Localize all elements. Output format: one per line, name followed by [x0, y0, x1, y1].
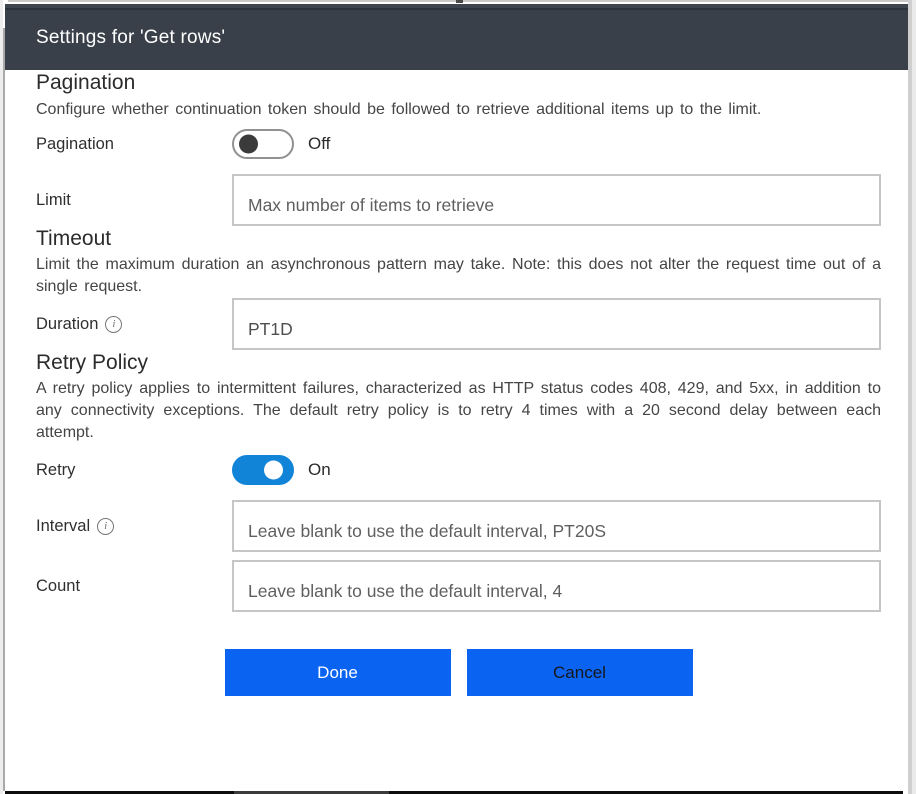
info-icon[interactable]: i	[105, 316, 122, 333]
duration-label: Duration	[36, 315, 98, 334]
pagination-toggle-label: Pagination	[36, 135, 232, 154]
retry-toggle-state: On	[308, 460, 331, 480]
backdrop-connector-tick	[456, 0, 463, 3]
count-row: Count	[36, 560, 881, 612]
dialog-title: Settings for 'Get rows'	[36, 27, 225, 49]
dialog-body: Pagination Configure whether continuatio…	[5, 70, 908, 696]
scrollbar-thumb[interactable]	[908, 0, 912, 794]
retry-policy-description: A retry policy applies to intermittent f…	[36, 378, 881, 444]
interval-row: Interval i	[36, 500, 881, 552]
count-input[interactable]	[232, 560, 881, 612]
retry-toggle[interactable]	[232, 455, 294, 485]
dialog-header: Settings for 'Get rows'	[5, 4, 908, 70]
dialog-buttons: Done Cancel	[36, 649, 881, 696]
toggle-knob	[264, 461, 283, 480]
pagination-toggle[interactable]	[232, 129, 294, 159]
interval-label: Interval	[36, 517, 90, 536]
pagination-description: Configure whether continuation token sho…	[36, 99, 881, 121]
timeout-description: Limit the maximum duration an asynchrono…	[36, 254, 881, 298]
info-icon[interactable]: i	[97, 518, 114, 535]
retry-policy-heading: Retry Policy	[36, 350, 881, 376]
retry-toggle-row: Retry On	[36, 453, 881, 487]
toggle-knob	[239, 135, 258, 154]
timeout-heading: Timeout	[36, 226, 881, 252]
retry-toggle-label: Retry	[36, 461, 232, 480]
screen: Settings for 'Get rows' Pagination Confi…	[0, 0, 916, 794]
interval-label-wrap: Interval i	[36, 517, 232, 536]
cancel-button[interactable]: Cancel	[467, 649, 693, 696]
duration-label-wrap: Duration i	[36, 315, 232, 334]
settings-dialog: Settings for 'Get rows' Pagination Confi…	[5, 4, 908, 791]
duration-input[interactable]	[232, 298, 881, 350]
count-label: Count	[36, 577, 232, 596]
pagination-toggle-row: Pagination Off	[36, 127, 881, 161]
pagination-heading: Pagination	[36, 70, 881, 96]
header-shadow-stripe	[5, 8, 908, 10]
interval-input[interactable]	[232, 500, 881, 552]
done-button[interactable]: Done	[225, 649, 451, 696]
scrollbar[interactable]	[908, 0, 916, 794]
limit-input[interactable]	[232, 174, 881, 226]
limit-label: Limit	[36, 191, 232, 210]
pagination-toggle-state: Off	[308, 134, 330, 154]
duration-row: Duration i	[36, 298, 881, 350]
limit-row: Limit	[36, 174, 881, 226]
